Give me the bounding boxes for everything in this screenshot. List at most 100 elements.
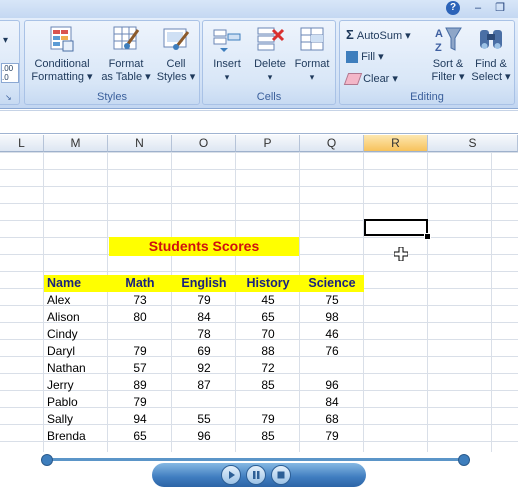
gridline <box>0 271 518 272</box>
decimal-icon[interactable]: .00 .0 <box>1 63 19 83</box>
table-cell[interactable]: 94 <box>108 411 172 428</box>
window-title-bar: ? – ❐ <box>0 0 518 18</box>
column-header-q[interactable]: Q <box>300 135 364 152</box>
gridline <box>0 169 518 170</box>
table-cell[interactable]: 79 <box>108 394 172 411</box>
styles-group-label: Styles <box>97 91 127 103</box>
table-cell[interactable]: Brenda <box>44 428 108 445</box>
table-cell[interactable]: 98 <box>300 309 364 326</box>
table-cell[interactable]: 69 <box>172 343 236 360</box>
insert-cells-icon <box>212 24 242 54</box>
dropdown-chevron-icon[interactable]: ▾ <box>3 35 8 46</box>
editing-group-label: Editing <box>410 91 444 103</box>
table-cell[interactable]: 73 <box>108 292 172 309</box>
sort-filter-button[interactable]: AZ Sort & Filter ▾ <box>428 24 468 84</box>
delete-button[interactable]: Delete ▾ <box>249 24 291 84</box>
pause-icon[interactable] <box>246 465 266 485</box>
table-cell[interactable]: 72 <box>236 360 300 377</box>
table-cell[interactable]: 80 <box>108 309 172 326</box>
sheet-title: Students Scores <box>109 237 299 256</box>
table-cell[interactable] <box>236 394 300 411</box>
table-cell[interactable]: 55 <box>172 411 236 428</box>
table-cell[interactable]: 76 <box>300 343 364 360</box>
table-cell[interactable]: Alex <box>44 292 108 309</box>
table-cell[interactable]: 45 <box>236 292 300 309</box>
table-cell[interactable]: 78 <box>172 326 236 343</box>
seek-end-handle[interactable] <box>458 454 470 466</box>
svg-text:A: A <box>435 28 443 40</box>
table-cell[interactable]: 75 <box>300 292 364 309</box>
clear-button[interactable]: Clear ▾ <box>343 70 398 88</box>
column-header-r[interactable]: R <box>364 135 428 152</box>
restore-icon[interactable]: ❐ <box>492 1 508 15</box>
formula-bar[interactable] <box>0 110 518 134</box>
binoculars-icon <box>476 24 506 54</box>
table-cell[interactable]: 70 <box>236 326 300 343</box>
table-cell[interactable]: 89 <box>108 377 172 394</box>
seek-start-handle[interactable] <box>41 454 53 466</box>
cell-styles-icon <box>161 24 191 54</box>
active-cell-selection[interactable] <box>364 219 428 236</box>
table-cell[interactable]: 79 <box>108 343 172 360</box>
table-cell[interactable]: 85 <box>236 428 300 445</box>
autosum-button[interactable]: Σ AutoSum ▾ <box>346 26 411 44</box>
seek-bar[interactable] <box>45 458 465 461</box>
table-cell[interactable]: 46 <box>300 326 364 343</box>
table-cell[interactable]: Pablo <box>44 394 108 411</box>
table-cell[interactable]: 96 <box>172 428 236 445</box>
styles-group: Conditional Formatting ▾ Format as Table… <box>24 20 200 105</box>
editing-group: Σ AutoSum ▾ Fill ▾ Clear ▾ AZ Sort & Fil… <box>339 20 515 105</box>
column-header-l[interactable]: L <box>0 135 44 152</box>
conditional-formatting-label-2: Formatting ▾ <box>31 71 93 83</box>
column-header-p[interactable]: P <box>236 135 300 152</box>
table-cell[interactable]: Daryl <box>44 343 108 360</box>
header-history: History <box>236 275 300 292</box>
stop-icon[interactable] <box>271 465 291 485</box>
insert-button[interactable]: Insert ▾ <box>207 24 247 84</box>
column-header-m[interactable]: M <box>44 135 108 152</box>
play-icon[interactable] <box>221 465 241 485</box>
table-cell[interactable] <box>172 394 236 411</box>
table-cell[interactable]: Alison <box>44 309 108 326</box>
table-cell[interactable]: 68 <box>300 411 364 428</box>
table-cell[interactable]: 65 <box>108 428 172 445</box>
table-cell[interactable]: 88 <box>236 343 300 360</box>
table-cell[interactable]: 65 <box>236 309 300 326</box>
table-cell[interactable]: 57 <box>108 360 172 377</box>
dialog-launcher-icon[interactable]: ↘ <box>5 93 12 102</box>
column-header-o[interactable]: O <box>172 135 236 152</box>
table-cell[interactable]: Sally <box>44 411 108 428</box>
conditional-formatting-button[interactable]: Conditional Formatting ▾ <box>29 24 95 84</box>
table-cell[interactable] <box>108 326 172 343</box>
table-cell[interactable]: 92 <box>172 360 236 377</box>
minimize-icon[interactable]: – <box>470 1 486 15</box>
column-header-n[interactable]: N <box>108 135 172 152</box>
number-group-partial: ▾ .00 .0 ↘ <box>0 20 20 105</box>
table-cell[interactable]: 79 <box>172 292 236 309</box>
table-cell[interactable]: 84 <box>172 309 236 326</box>
table-cell[interactable]: 85 <box>236 377 300 394</box>
find-select-button[interactable]: Find & Select ▾ <box>468 24 514 84</box>
fill-button[interactable]: Fill ▾ <box>346 48 384 66</box>
table-cell[interactable]: Nathan <box>44 360 108 377</box>
table-cell[interactable] <box>300 360 364 377</box>
table-cell[interactable]: 79 <box>300 428 364 445</box>
cell-styles-button[interactable]: Cell Styles ▾ <box>153 24 199 84</box>
table-cell[interactable]: Jerry <box>44 377 108 394</box>
help-icon[interactable]: ? <box>446 1 460 15</box>
gridline <box>0 220 518 221</box>
table-cell[interactable]: 84 <box>300 394 364 411</box>
fill-handle[interactable] <box>424 233 431 240</box>
table-cell[interactable]: Cindy <box>44 326 108 343</box>
table-cell[interactable]: 87 <box>172 377 236 394</box>
svg-text:Z: Z <box>435 42 442 54</box>
header-english: English <box>172 275 236 292</box>
format-as-table-button[interactable]: Format as Table ▾ <box>97 24 155 84</box>
format-button[interactable]: Format ▾ <box>291 24 333 84</box>
column-header-s[interactable]: S <box>428 135 518 152</box>
delete-cells-icon <box>255 24 285 54</box>
cells-group: Insert ▾ Delete ▾ Format ▾ Cells <box>202 20 336 105</box>
table-cell[interactable]: 96 <box>300 377 364 394</box>
table-cell[interactable]: 79 <box>236 411 300 428</box>
gridline <box>0 186 518 187</box>
